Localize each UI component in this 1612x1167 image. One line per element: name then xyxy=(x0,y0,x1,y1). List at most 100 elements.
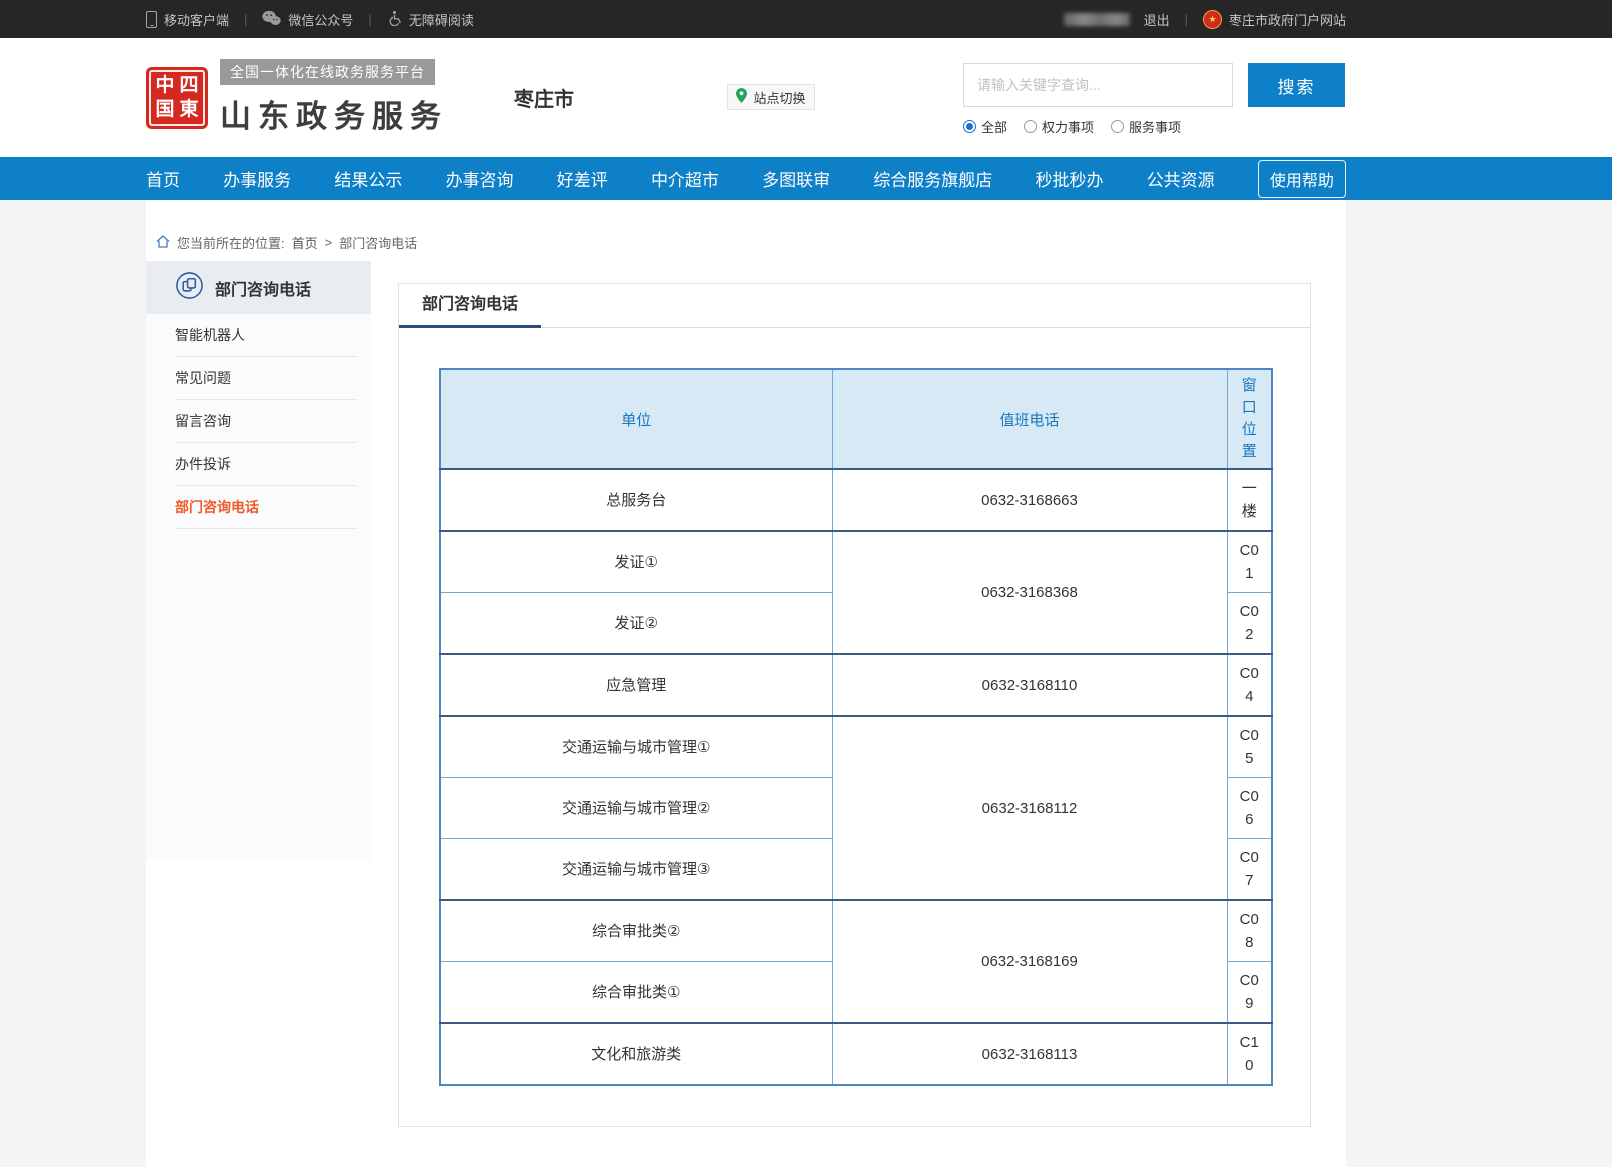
table-row: 发证①0632-3168368C01 xyxy=(440,531,1272,593)
table-row: 文化和旅游类0632-3168113C10 xyxy=(440,1023,1272,1085)
search-scope-options: 全部 权力事项 服务事项 xyxy=(963,117,1345,136)
accessibility-icon xyxy=(387,10,402,29)
nav-item-7[interactable]: 综合服务旗舰店 xyxy=(873,164,992,193)
scope-label: 服务事项 xyxy=(1129,117,1181,136)
breadcrumb-current: 部门咨询电话 xyxy=(339,233,417,252)
main-navigation: 首页 办事服务 结果公示 办事咨询 好差评 中介超市 多图联审 综合服务旗舰店 秒批秒办 公共资源… xyxy=(0,157,1612,200)
phone-cell: 0632-3168112 xyxy=(832,716,1227,900)
phone-directory-icon xyxy=(175,271,204,305)
tab-department-phones[interactable]: 部门咨询电话 xyxy=(399,284,541,328)
table-row: 总服务台0632-3168663一楼 xyxy=(440,469,1272,531)
topbar: 移动客户端 | 微信公众号 | 无障碍阅读 退出 | ★ xyxy=(0,0,1612,38)
unit-cell: 文化和旅游类 xyxy=(440,1023,832,1085)
sidebar-item-2[interactable]: 留言咨询 xyxy=(175,400,357,443)
platform-badge: 全国一体化在线政务服务平台 xyxy=(220,59,435,85)
radio-selected-icon[interactable] xyxy=(963,120,976,133)
masked-username xyxy=(1064,13,1130,26)
position-cell: 一楼 xyxy=(1227,469,1272,531)
scope-radio-2[interactable]: 服务事项 xyxy=(1111,117,1181,136)
sidebar-title-label: 部门咨询电话 xyxy=(215,276,311,300)
position-cell: C06 xyxy=(1227,778,1272,839)
unit-cell: 发证② xyxy=(440,593,832,655)
accessibility-link[interactable]: 无障碍阅读 xyxy=(387,10,474,29)
site-switch-button[interactable]: 站点切换 xyxy=(727,84,815,110)
seal-character: 中 xyxy=(155,76,174,95)
unit-cell: 交通运输与城市管理① xyxy=(440,716,832,778)
accessibility-label: 无障碍阅读 xyxy=(409,10,474,29)
breadcrumb: 您当前所在的位置: 首页 > 部门咨询电话 xyxy=(146,200,1346,252)
nav-item-3[interactable]: 办事咨询 xyxy=(446,164,514,193)
scope-radio-0[interactable]: 全部 xyxy=(963,117,1007,136)
search-input[interactable] xyxy=(963,63,1233,107)
nav-item-9[interactable]: 公共资源 xyxy=(1147,164,1215,193)
table-header-0: 单位 xyxy=(440,369,832,469)
wechat-icon xyxy=(262,10,281,29)
content-wrapper: 您当前所在的位置: 首页 > 部门咨询电话 部门咨询电话 智能机器人常见问题留言… xyxy=(146,200,1346,1167)
nav-item-5[interactable]: 中介超市 xyxy=(651,164,719,193)
sidebar-item-0[interactable]: 智能机器人 xyxy=(175,314,357,357)
position-cell: C05 xyxy=(1227,716,1272,778)
unit-cell: 交通运输与城市管理③ xyxy=(440,839,832,901)
phone-cell: 0632-3168110 xyxy=(832,654,1227,716)
position-cell: C09 xyxy=(1227,962,1272,1024)
portal-link[interactable]: ★ 枣庄市政府门户网站 xyxy=(1203,10,1346,29)
radio-icon[interactable] xyxy=(1024,120,1037,133)
seal-character: 四 xyxy=(179,76,198,95)
scope-radio-1[interactable]: 权力事项 xyxy=(1024,117,1094,136)
unit-cell: 综合审批类① xyxy=(440,962,832,1024)
phone-cell: 0632-3168368 xyxy=(832,531,1227,654)
site-logo[interactable]: 中四国東 全国一体化在线政务服务平台 山东政务服务 xyxy=(146,59,448,136)
unit-cell: 发证① xyxy=(440,531,832,593)
seal-character: 国 xyxy=(155,100,174,119)
site-header: 中四国東 全国一体化在线政务服务平台 山东政务服务 枣庄市 站点切换 搜索 全部… xyxy=(0,38,1612,157)
national-emblem-icon: ★ xyxy=(1203,10,1222,29)
breadcrumb-home-link[interactable]: 首页 xyxy=(292,233,318,252)
search-button[interactable]: 搜索 xyxy=(1248,63,1345,107)
mobile-phone-icon xyxy=(146,11,157,28)
mobile-client-label: 移动客户端 xyxy=(164,10,229,29)
wechat-link[interactable]: 微信公众号 xyxy=(262,10,353,29)
portal-label: 枣庄市政府门户网站 xyxy=(1229,10,1346,29)
table-header-1: 值班电话 xyxy=(832,369,1227,469)
nav-item-8[interactable]: 秒批秒办 xyxy=(1036,164,1104,193)
seal-character: 東 xyxy=(179,100,198,119)
wechat-label: 微信公众号 xyxy=(288,10,353,29)
sidebar: 部门咨询电话 智能机器人常见问题留言咨询办件投诉部门咨询电话 xyxy=(146,261,371,861)
unit-cell: 总服务台 xyxy=(440,469,832,531)
logout-link[interactable]: 退出 xyxy=(1144,10,1170,29)
home-icon xyxy=(156,235,170,251)
scope-label: 全部 xyxy=(981,117,1007,136)
position-cell: C04 xyxy=(1227,654,1272,716)
divider: | xyxy=(244,12,247,27)
unit-cell: 综合审批类② xyxy=(440,900,832,962)
site-title: 山东政务服务 xyxy=(220,91,448,136)
breadcrumb-prefix: 您当前所在的位置: xyxy=(177,233,285,252)
nav-item-2[interactable]: 结果公示 xyxy=(334,164,402,193)
scope-label: 权力事项 xyxy=(1042,117,1094,136)
phone-cell: 0632-3168663 xyxy=(832,469,1227,531)
divider: | xyxy=(368,12,371,27)
nav-item-4[interactable]: 好差评 xyxy=(557,164,608,193)
position-cell: C02 xyxy=(1227,593,1272,655)
mobile-client-link[interactable]: 移动客户端 xyxy=(146,10,229,29)
location-pin-icon xyxy=(736,88,747,106)
radio-icon[interactable] xyxy=(1111,120,1124,133)
position-cell: C10 xyxy=(1227,1023,1272,1085)
sidebar-item-1[interactable]: 常见问题 xyxy=(175,357,357,400)
shandong-seal-logo: 中四国東 xyxy=(146,67,208,129)
nav-item-10[interactable]: 使用帮助 xyxy=(1258,160,1346,198)
sidebar-item-3[interactable]: 办件投诉 xyxy=(175,443,357,486)
nav-item-1[interactable]: 办事服务 xyxy=(223,164,291,193)
nav-item-0[interactable]: 首页 xyxy=(146,164,180,193)
phone-table: 单位值班电话窗口位置 总服务台0632-3168663一楼发证①0632-316… xyxy=(439,368,1273,1086)
phone-cell: 0632-3168169 xyxy=(832,900,1227,1023)
sidebar-item-4[interactable]: 部门咨询电话 xyxy=(175,486,357,529)
main-panel: 部门咨询电话 单位值班电话窗口位置 总服务台0632-3168663一楼发证①0… xyxy=(398,283,1311,1127)
position-cell: C01 xyxy=(1227,531,1272,593)
nav-item-6[interactable]: 多图联审 xyxy=(762,164,830,193)
phone-cell: 0632-3168113 xyxy=(832,1023,1227,1085)
position-cell: C07 xyxy=(1227,839,1272,901)
site-switch-label: 站点切换 xyxy=(753,88,805,107)
sidebar-title: 部门咨询电话 xyxy=(146,261,371,314)
table-row: 综合审批类②0632-3168169C08 xyxy=(440,900,1272,962)
